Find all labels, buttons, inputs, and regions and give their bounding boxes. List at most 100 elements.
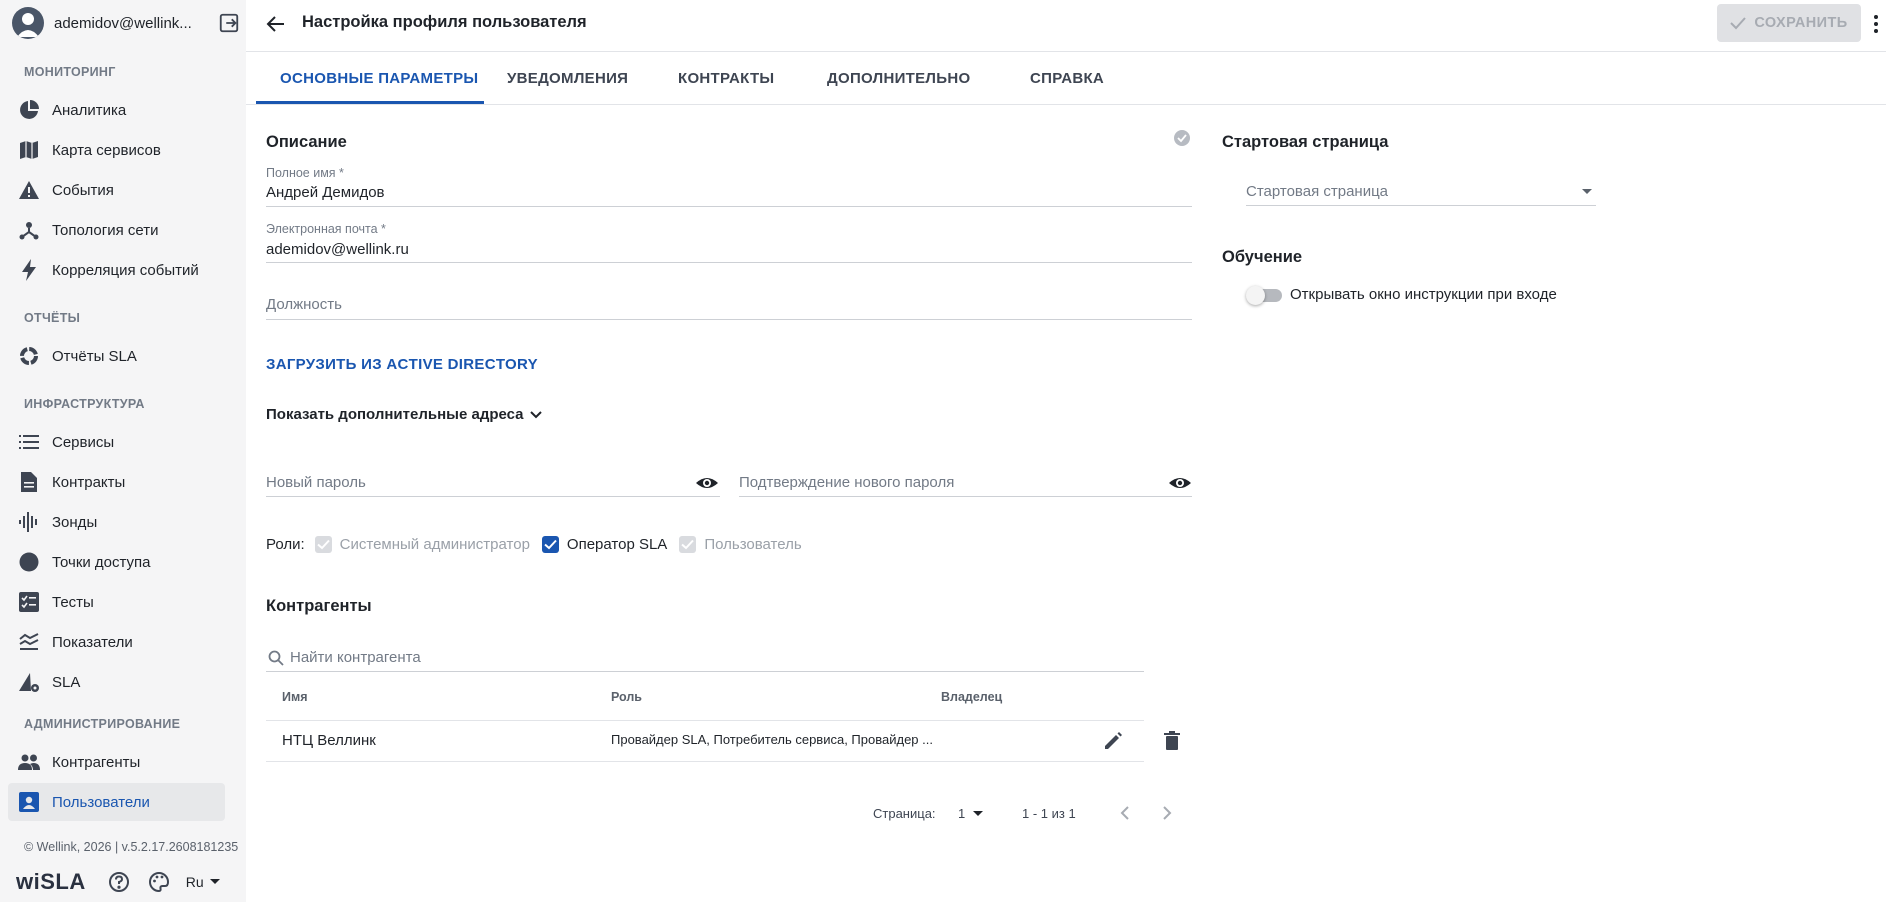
user-badge-icon [18,791,40,813]
sidebar-item-sla[interactable]: SLA [8,663,225,701]
sidebar-item-topology[interactable]: Топология сети [8,211,225,249]
training-toggle[interactable] [1246,286,1284,305]
cell-role: Провайдер SLA, Потребитель сервиса, Пров… [611,732,933,747]
search-placeholder: Найти контрагента [290,649,421,666]
top-bar: Настройка профиля пользователя СОХРАНИТЬ [246,0,1886,52]
back-arrow-icon[interactable] [264,12,288,36]
donut-chart-icon [18,345,40,367]
section-administration: АДМИНИСТРИРОВАНИЕ [24,717,181,731]
sidebar-item-label: Контрагенты [52,753,141,771]
sla-settings-icon [18,671,40,693]
palette-icon[interactable] [148,871,170,893]
confirm-password-field[interactable]: Подтверждение нового пароля [739,469,1192,497]
role-user-label: Пользователь [704,535,802,553]
sidebar-item-label: Отчёты SLA [52,347,137,365]
waveform-icon [18,511,40,533]
column-header-name[interactable]: Имя [282,690,308,704]
page-select[interactable]: 1 [958,806,985,821]
map-icon [18,139,40,161]
copyright: © Wellink, 2026 | v.5.2.17.2608181235 [24,840,239,854]
start-page-placeholder: Стартовая страница [1246,183,1389,200]
sidebar-item-label: Показатели [52,633,133,651]
tab-help[interactable]: СПРАВКА [1030,70,1104,87]
checkbox-sysadmin[interactable] [314,535,332,553]
page-label: Страница: [873,806,936,821]
active-tab-indicator [256,101,484,104]
save-button-label: СОХРАНИТЬ [1754,15,1848,31]
wisla-logo: wiSLA [16,869,86,894]
sidebar-item-service-map[interactable]: Карта сервисов [8,131,225,169]
training-title: Обучение [1222,248,1303,266]
check-icon [1730,17,1747,30]
roles-group: Роли: Системный администратор Оператор S… [266,532,814,556]
sidebar-item-label: SLA [52,673,81,691]
sidebar-item-services[interactable]: Сервисы [8,423,225,461]
sidebar-item-events[interactable]: События [8,171,225,209]
sidebar-item-label: Зонды [52,513,98,531]
position-field[interactable]: Должность [266,293,1192,320]
user-menu[interactable]: ademidov@wellink... [12,6,240,40]
show-addresses-toggle[interactable]: Показать дополнительные адреса [266,406,544,423]
sidebar-item-counterparties[interactable]: Контрагенты [8,743,225,781]
search-icon [268,650,284,666]
sidebar-item-label: Сервисы [52,433,115,451]
toggle-knob [1246,286,1265,305]
page-title: Настройка профиля пользователя [302,13,587,31]
eye-icon[interactable] [695,471,719,495]
chevron-down-icon [1582,189,1592,194]
start-page-select[interactable]: Стартовая страница [1246,176,1596,206]
roles-label: Роли: [266,535,305,553]
tab-notifications[interactable]: УВЕДОМЛЕНИЯ [507,70,628,87]
training-toggle-label: Открывать окно инструкции при входе [1290,286,1557,303]
sidebar-footer: wiSLA Ru [16,868,236,896]
eye-icon[interactable] [1168,471,1192,495]
logout-icon[interactable] [218,12,240,34]
sidebar-item-label: Тесты [52,593,94,611]
sidebar-item-sla-reports[interactable]: Отчёты SLA [8,337,225,375]
edit-icon[interactable] [1102,730,1124,752]
sidebar-item-correlation[interactable]: Корреляция событий [8,251,225,289]
tab-additional[interactable]: ДОПОЛНИТЕЛЬНО [827,70,970,87]
sidebar-item-probes[interactable]: Зонды [8,503,225,541]
sidebar-item-contracts[interactable]: Контракты [8,463,225,501]
sidebar-item-label: Пользователи [52,793,150,811]
position-placeholder: Должность [266,296,342,313]
full-name-label: Полное имя * [266,166,344,180]
sidebar-item-analytics[interactable]: Аналитика [8,91,225,129]
next-page-icon[interactable] [1157,804,1175,822]
delete-icon[interactable] [1161,730,1183,752]
language-select[interactable]: Ru [186,874,222,890]
new-password-field[interactable]: Новый пароль [266,469,720,497]
sidebar-item-label: Контракты [52,473,126,491]
sidebar-item-label: Карта сервисов [52,141,161,159]
full-name-value: Андрей Демидов [266,184,385,201]
tab-contracts[interactable]: КОНТРАКТЫ [678,70,774,87]
column-header-role[interactable]: Роль [611,690,642,704]
sidebar-item-label: Корреляция событий [52,261,199,279]
sidebar-item-users[interactable]: Пользователи [8,783,225,821]
document-icon [18,471,40,493]
sidebar: ademidov@wellink... МОНИТОРИНГ Аналитика… [0,0,246,902]
more-vert-icon[interactable] [1870,12,1882,36]
sidebar-item-tests[interactable]: Тесты [8,583,225,621]
checkbox-sla-operator[interactable] [541,535,559,553]
help-icon[interactable] [108,871,130,893]
load-from-ad-button[interactable]: ЗАГРУЗИТЬ ИЗ ACTIVE DIRECTORY [266,356,538,373]
section-reports: ОТЧЁТЫ [24,311,81,325]
column-header-owner[interactable]: Владелец [941,690,1002,704]
role-sla-operator-label: Оператор SLA [566,535,668,553]
chevron-down-icon [529,410,542,418]
prev-page-icon[interactable] [1117,804,1135,822]
checkbox-user[interactable] [679,535,697,553]
table-divider [266,720,1144,721]
counterparty-search-input[interactable]: Найти контрагента [266,644,1144,672]
sidebar-item-indicators[interactable]: Показатели [8,623,225,661]
tab-main[interactable]: ОСНОВНЫЕ ПАРАМЕТРЫ [280,70,478,87]
lightning-icon [18,259,40,281]
sidebar-item-access-points[interactable]: Точки доступа [8,543,225,581]
sidebar-item-label: Точки доступа [52,553,151,571]
cell-name: НТЦ Веллинк [282,732,376,749]
full-name-field[interactable]: Полное имя * Андрей Демидов [266,166,1192,207]
save-button[interactable]: СОХРАНИТЬ [1717,4,1861,42]
email-field[interactable]: Электронная почта * ademidov@wellink.ru [266,222,1192,263]
